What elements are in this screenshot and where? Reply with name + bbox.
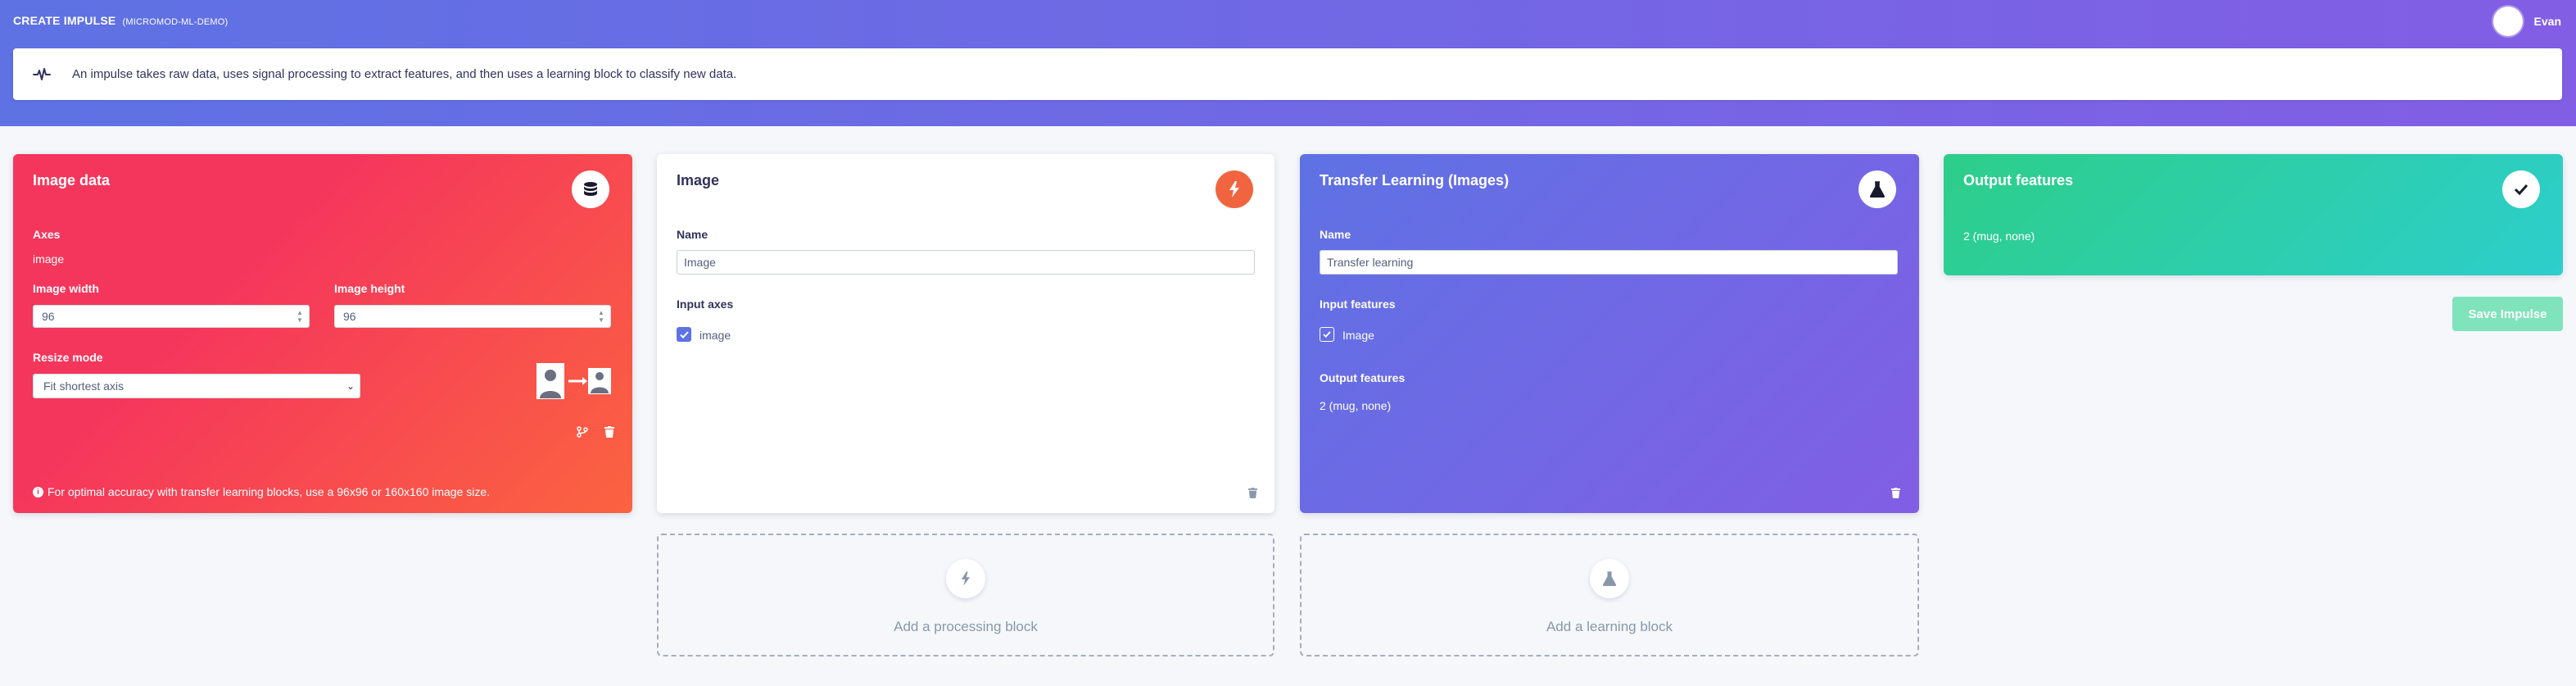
image-height-value: 96 [343, 310, 356, 323]
add-processing-block-button[interactable]: Add a processing block [657, 534, 1274, 656]
trash-icon[interactable] [604, 426, 614, 438]
bolt-icon [1216, 170, 1253, 208]
input-feature-option: Image [1342, 329, 1374, 342]
output-features-title: Output features [1963, 172, 2074, 189]
chevron-down-icon: ⌄ [346, 380, 355, 392]
processing-block-card: Image Name Image Input axes image [657, 154, 1274, 513]
axes-label: Axes [33, 228, 61, 241]
input-feature-checkbox[interactable] [1320, 327, 1334, 342]
processing-name-input[interactable]: Image [677, 250, 1255, 275]
flask-icon [1858, 170, 1896, 208]
add-processing-label: Add a processing block [894, 619, 1038, 634]
add-learning-block-button[interactable]: Add a learning block [1300, 534, 1919, 656]
page-title-text: CREATE IMPULSE [13, 14, 116, 27]
save-impulse-button[interactable]: Save Impulse [2452, 297, 2563, 331]
width-stepper[interactable]: ▲ ▼ [296, 309, 304, 324]
input-axes-label: Input axes [677, 298, 734, 311]
image-size-note-text: For optimal accuracy with transfer learn… [48, 485, 491, 498]
info-icon: i [33, 486, 43, 497]
output-features-value: 2 (mug, none) [1320, 399, 1392, 412]
image-width-value: 96 [42, 310, 55, 323]
bolt-icon [946, 559, 985, 598]
name-label: Name [677, 228, 709, 241]
project-name: (MICROMOD-ML-DEMO) [122, 17, 229, 27]
processing-name-value: Image [684, 256, 716, 269]
learning-block-title: Transfer Learning (Images) [1320, 172, 1510, 189]
add-learning-label: Add a learning block [1546, 619, 1673, 634]
branch-icon[interactable] [577, 426, 588, 438]
trash-icon[interactable] [1891, 488, 1900, 498]
page-title: CREATE IMPULSE (MICROMOD-ML-DEMO) [13, 14, 228, 27]
trash-icon[interactable] [1248, 488, 1257, 498]
info-text: An impulse takes raw data, uses signal p… [72, 67, 737, 81]
user-menu[interactable]: Evan [2492, 7, 2561, 36]
pulse-icon [33, 67, 51, 80]
input-features-label: Input features [1320, 298, 1396, 311]
processing-block-title: Image [677, 172, 720, 189]
image-data-card: Image data Axes image Image width 96 ▲ ▼ … [13, 154, 632, 513]
user-name[interactable]: Evan [2534, 15, 2561, 28]
image-width-label: Image width [33, 282, 99, 295]
header-banner: CREATE IMPULSE (MICROMOD-ML-DEMO) Evan A… [0, 0, 2576, 126]
resize-mode-select[interactable]: Fit shortest axis ⌄ [33, 374, 360, 398]
resize-mode-value: Fit shortest axis [43, 379, 124, 393]
learning-block-card: Transfer Learning (Images) Name Transfer… [1300, 154, 1919, 513]
image-data-title: Image data [33, 172, 111, 189]
check-icon [2502, 170, 2540, 208]
output-features-label: Output features [1320, 371, 1406, 384]
learning-name-input[interactable]: Transfer learning [1320, 250, 1898, 275]
name-label: Name [1320, 228, 1351, 241]
image-height-label: Image height [334, 282, 405, 295]
height-stepper[interactable]: ▲ ▼ [597, 309, 605, 324]
learning-name-value: Transfer learning [1327, 256, 1414, 269]
axis-option-label: image [699, 329, 731, 342]
resize-illustration-icon [536, 363, 611, 399]
axes-value: image [33, 252, 65, 266]
output-features-card: Output features 2 (mug, none) [1944, 154, 2563, 275]
resize-mode-label: Resize mode [33, 351, 103, 364]
output-features-value: 2 (mug, none) [1963, 229, 2035, 243]
avatar[interactable] [2492, 7, 2523, 36]
image-height-input[interactable]: 96 ▲ ▼ [334, 305, 611, 328]
image-width-input[interactable]: 96 ▲ ▼ [33, 305, 310, 328]
axis-checkbox[interactable] [677, 327, 691, 342]
info-alert: An impulse takes raw data, uses signal p… [13, 48, 2562, 100]
database-icon [572, 170, 609, 208]
flask-icon [1590, 559, 1629, 598]
image-size-note: i For optimal accuracy with transfer lea… [33, 485, 490, 498]
